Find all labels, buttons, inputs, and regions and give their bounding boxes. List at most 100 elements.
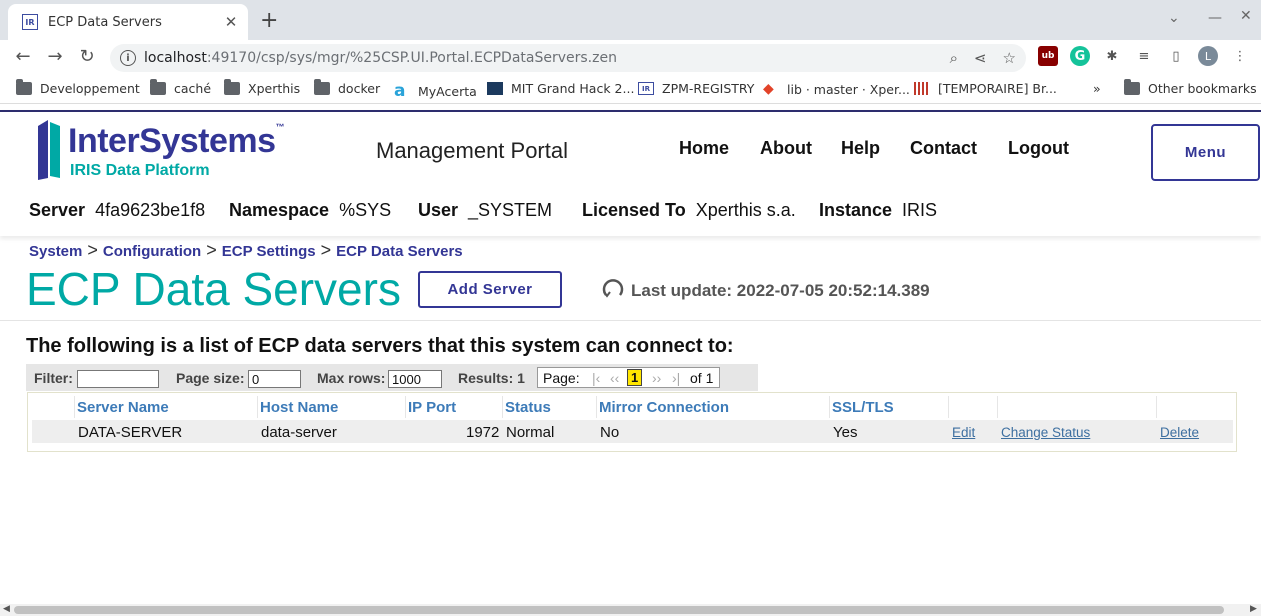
header-status[interactable]: Status [505,399,551,416]
share-icon[interactable]: ⋖ [974,49,987,67]
last-page-icon[interactable]: ›| [672,370,680,386]
breadcrumb-ecp-settings[interactable]: ECP Settings [222,243,316,260]
bookmark-star-icon[interactable]: ☆ [1003,49,1016,67]
page-size-input[interactable] [248,370,301,388]
bookmarks-overflow-icon[interactable]: » [1093,81,1101,96]
extensions-puzzle-icon[interactable]: ✱ [1102,46,1122,66]
current-page[interactable]: 1 [627,369,643,386]
column-divider [405,396,406,418]
ublock-icon[interactable]: ub [1038,46,1058,66]
prev-page-icon[interactable]: ‹‹ [610,370,619,386]
scroll-right-icon[interactable]: ▶ [1250,604,1257,614]
max-rows-input[interactable] [388,370,442,388]
max-rows-label: Max rows: [317,370,386,386]
breadcrumb-system[interactable]: System [29,243,82,260]
bookmarks-bar: Developpement caché Xperthis docker a MyA… [0,76,1261,104]
bookmark-label: lib · master · Xper... [787,81,910,97]
portal-title: Management Portal [376,138,568,163]
column-divider [74,396,75,418]
cell-mirror: No [600,424,620,441]
filter-label: Filter: [34,370,73,386]
browser-menu-icon[interactable]: ⋮ [1230,46,1250,66]
back-icon[interactable]: ← [11,46,35,67]
horizontal-scrollbar[interactable]: ◀ ▶ [0,604,1261,616]
intersystems-logo[interactable]: InterSystems™ IRIS Data Platform [36,120,306,184]
nav-help[interactable]: Help [841,138,880,159]
other-bookmarks[interactable]: Other bookmarks [1124,79,1257,96]
header-ip-port[interactable]: IP Port [408,399,456,416]
reading-list-icon[interactable]: ≡ [1134,46,1154,66]
breadcrumb-ecp-data-servers[interactable]: ECP Data Servers [336,243,462,260]
first-page-icon[interactable]: |‹ [592,370,600,386]
add-server-button[interactable]: Add Server [418,271,562,308]
new-tab-button[interactable]: + [260,8,278,33]
column-divider [502,396,503,418]
bookmark-link[interactable]: a MyAcerta [394,81,477,101]
edit-link[interactable]: Edit [952,425,975,440]
bookmark-link[interactable]: MIT Grand Hack 2... [487,81,634,96]
nav-about[interactable]: About [760,138,812,159]
table-description: The following is a list of ECP data serv… [26,335,734,357]
next-page-icon[interactable]: ›› [652,370,661,386]
refresh-icon[interactable] [601,277,625,301]
scroll-left-icon[interactable]: ◀ [3,604,10,614]
license-info: Licensed To Xperthis s.a. [582,200,796,220]
bookmark-link[interactable]: ◆ lib · master · Xper... [763,81,910,97]
column-divider [829,396,830,418]
bookmark-folder[interactable]: Developpement [16,79,140,96]
scrollbar-thumb[interactable] [14,606,1224,614]
breadcrumb-configuration[interactable]: Configuration [103,243,201,260]
bookmark-link[interactable]: [TEMPORAIRE] Br... [914,81,1057,96]
breadcrumb-separator: > [87,240,98,260]
instance-info: Instance IRIS [819,200,938,220]
user-info: User _SYSTEM [418,200,553,220]
header-server-name[interactable]: Server Name [77,399,169,416]
bookmark-folder[interactable]: caché [150,79,212,96]
bookmark-label: Other bookmarks [1148,81,1257,96]
bookmark-label: ZPM-REGISTRY [662,81,755,96]
site-info-icon[interactable]: i [120,50,136,66]
bars-icon [914,82,930,95]
portal-header: InterSystems™ IRIS Data Platform Managem… [0,110,1261,236]
side-panel-icon[interactable]: ▯ [1166,46,1186,66]
bookmark-link[interactable]: IR ZPM-REGISTRY [638,81,754,96]
change-status-link[interactable]: Change Status [1001,425,1090,440]
address-bar[interactable]: i localhost:49170/csp/sys/mgr/%25CSP.UI.… [110,44,1026,72]
close-tab-icon[interactable]: ✕ [224,13,238,31]
menu-button[interactable]: Menu [1151,124,1260,181]
forward-icon[interactable]: → [43,46,67,67]
url-path: :49170/csp/sys/mgr/%25CSP.UI.Portal.ECPD… [206,50,617,66]
page-size-label: Page size: [176,370,245,386]
folder-icon [150,79,166,95]
window-close-icon[interactable]: ✕ [1240,8,1252,24]
tab-title: ECP Data Servers [48,14,162,30]
servers-table: Server Name Host Name IP Port Status Mir… [27,392,1237,452]
header-host-name[interactable]: Host Name [260,399,338,416]
bookmark-folder[interactable]: Xperthis [224,79,300,96]
bookmark-label: docker [338,81,381,96]
filter-input[interactable] [77,370,159,388]
header-mirror-connection[interactable]: Mirror Connection [599,399,729,416]
folder-icon [1124,79,1140,95]
nav-logout[interactable]: Logout [1008,138,1069,159]
tab-search-icon[interactable]: ⌄ [1168,10,1180,26]
browser-tab[interactable]: IR ECP Data Servers ✕ [8,4,248,40]
reload-icon[interactable]: ↻ [75,46,99,67]
bookmark-folder[interactable]: docker [314,79,381,96]
bookmark-label: Developpement [40,81,140,96]
bookmark-label: caché [174,81,212,96]
toolbar: ← → ↻ i localhost:49170/csp/sys/mgr/%25C… [0,40,1261,76]
server-info: Server 4fa9623be1f8 [29,200,206,220]
grammarly-icon[interactable]: G [1070,46,1090,66]
platform-name: IRIS Data Platform [70,162,210,179]
nav-contact[interactable]: Contact [910,138,977,159]
zoom-icon[interactable]: ⌕ [950,49,958,67]
header-ssl-tls[interactable]: SSL/TLS [832,399,894,416]
logo-mark-icon [38,120,60,180]
namespace-info[interactable]: Namespace %SYS [229,200,391,221]
nav-home[interactable]: Home [679,138,729,159]
bookmark-label: [TEMPORAIRE] Br... [938,81,1057,96]
minimize-icon[interactable]: — [1208,10,1222,26]
profile-avatar[interactable]: L [1198,46,1218,66]
delete-link[interactable]: Delete [1160,425,1199,440]
